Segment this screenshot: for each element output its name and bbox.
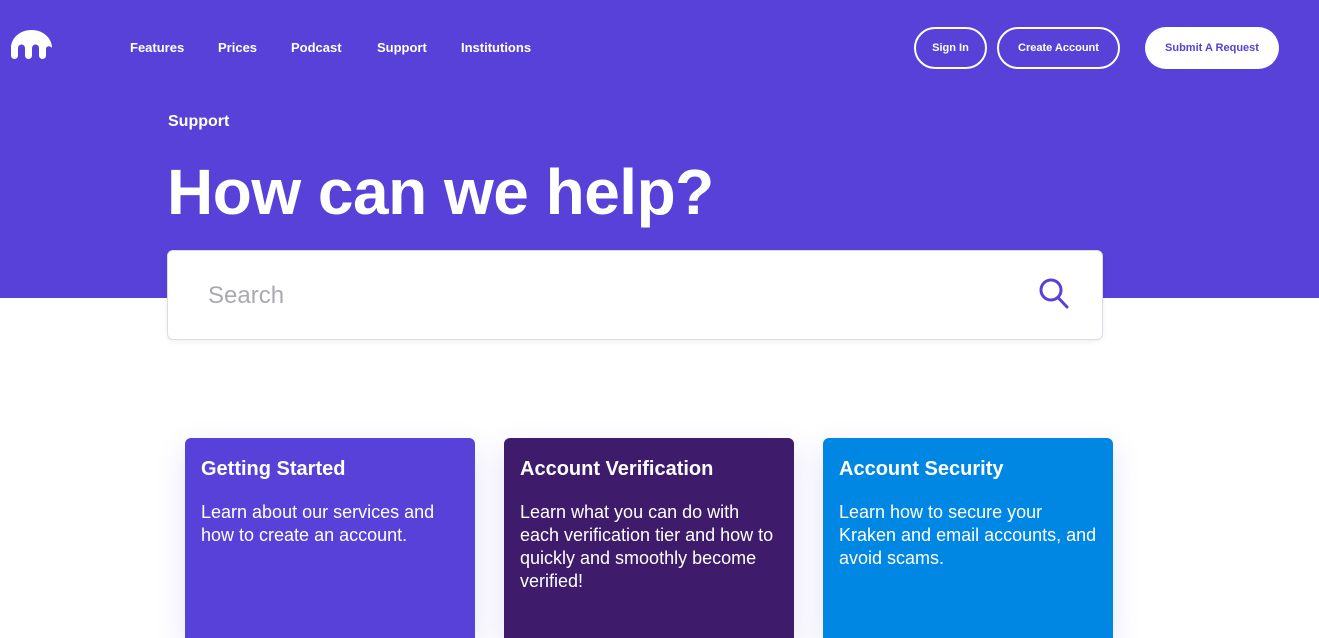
search-input[interactable] (208, 279, 1028, 313)
card-title: Account Security (839, 458, 1004, 480)
nav-support[interactable]: Support (377, 40, 427, 55)
nav-institutions[interactable]: Institutions (461, 40, 531, 55)
sign-in-button[interactable]: Sign In (914, 27, 987, 69)
card-description: Learn what you can do with each verifica… (520, 502, 774, 591)
breadcrumb: Support (168, 113, 230, 130)
search-bar (167, 250, 1103, 340)
card-account-security[interactable]: Account Security Learn how to secure you… (823, 438, 1113, 638)
nav-prices[interactable]: Prices (218, 40, 257, 55)
nav-podcast[interactable]: Podcast (291, 40, 342, 55)
card-getting-started[interactable]: Getting Started Learn about our services… (185, 438, 475, 638)
search-icon[interactable] (1038, 277, 1070, 311)
page-title: How can we help? (167, 156, 714, 228)
card-account-verification[interactable]: Account Verification Learn what you can … (504, 438, 794, 638)
card-description: Learn how to secure your Kraken and emai… (839, 502, 1097, 568)
submit-request-button[interactable]: Submit A Request (1145, 27, 1279, 69)
kraken-logo-icon[interactable] (10, 29, 53, 60)
card-title: Getting Started (201, 458, 346, 480)
card-title: Account Verification (520, 458, 714, 480)
nav-features[interactable]: Features (130, 40, 184, 55)
create-account-button[interactable]: Create Account (997, 27, 1120, 69)
card-description: Learn about our services and how to crea… (201, 502, 435, 545)
